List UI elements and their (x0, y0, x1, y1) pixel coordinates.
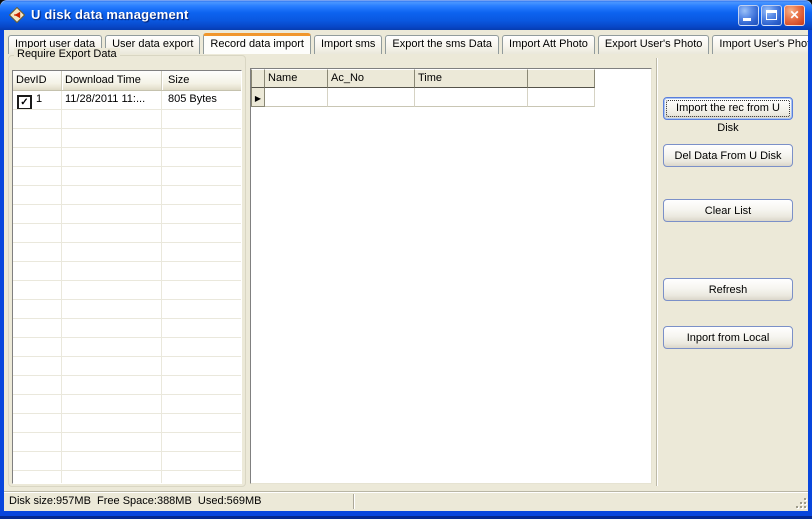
empty-row (13, 243, 241, 262)
import-rec-from-udisk-button[interactable]: Import the rec from U Disk (663, 97, 793, 134)
column-header-devid[interactable]: DevID (13, 71, 61, 90)
clear-list-button[interactable]: Clear List (663, 199, 793, 222)
right-arrow-icon: ▶ (254, 94, 262, 103)
tab-bar: Import user data User data export Record d… (8, 33, 808, 54)
empty-row (13, 167, 241, 186)
empty-row (13, 376, 241, 395)
close-button[interactable]: ✕ (784, 5, 805, 26)
require-export-group-label: Require Export Data (14, 48, 120, 60)
column-header-acno: Ac_No (328, 69, 415, 88)
empty-row (13, 395, 241, 414)
empty-row (13, 205, 241, 224)
extra-cell (528, 88, 595, 107)
maximize-button[interactable] (761, 5, 782, 26)
disk-info-panel: Disk size:957MB Free Space:388MB Used:56… (6, 494, 354, 509)
tab-record-data-import[interactable]: Record data import (203, 33, 311, 54)
title-bar[interactable]: U disk data management ✕ (0, 0, 812, 30)
status-empty-panel (356, 494, 792, 509)
window-controls: ✕ (738, 5, 805, 26)
require-export-table: DevID Download Time Size ✓ 1 11/28/2011 1… (12, 70, 242, 484)
empty-row (13, 186, 241, 205)
del-data-from-udisk-button[interactable]: Del Data From U Disk (663, 144, 793, 167)
column-header-download-time[interactable]: Download Time (61, 71, 161, 90)
record-grid-row[interactable]: ▶ (251, 88, 651, 107)
disk-info-text: Disk size:957MB Free Space:388MB Used:56… (9, 495, 262, 507)
empty-row (13, 357, 241, 376)
acno-cell (328, 88, 415, 107)
minimize-button[interactable] (738, 5, 759, 26)
require-export-table-body: ✓ 1 11/28/2011 11:... 805 Bytes (13, 91, 241, 483)
tab-import-sms[interactable]: Import sms (313, 35, 383, 54)
column-header-time: Time (415, 69, 528, 88)
empty-row (13, 414, 241, 433)
tab-import-user-s-photo[interactable]: Import User's Photo (712, 35, 808, 54)
tab-export-the-sms-data[interactable]: Export the sms Data (385, 35, 500, 54)
require-export-table-header: DevID Download Time Size (13, 71, 241, 91)
empty-row (13, 471, 241, 483)
refresh-button[interactable]: Refresh (663, 278, 793, 301)
empty-row (13, 262, 241, 281)
checkmark-icon: ✓ (20, 97, 29, 108)
empty-row (13, 300, 241, 319)
devid-cell: ✓ 1 (13, 91, 61, 109)
row-checkbox[interactable]: ✓ (17, 95, 32, 109)
tab-import-att-photo[interactable]: Import Att Photo (502, 35, 595, 54)
tab-export-user-s-photo[interactable]: Export User's Photo (597, 35, 710, 54)
app-window: U disk data management ✕ Import user dat… (0, 0, 812, 519)
empty-row (13, 281, 241, 300)
download-time-cell: 11/28/2011 11:... (61, 91, 161, 109)
row-selector-header (251, 69, 265, 88)
inport-from-local-button[interactable]: Inport from Local (663, 326, 793, 349)
row-selector-cell: ▶ (251, 88, 265, 107)
empty-row (13, 110, 241, 129)
resize-grip-icon[interactable] (793, 495, 807, 509)
empty-row (13, 338, 241, 357)
record-grid: Name Ac_No Time ▶ (250, 68, 652, 484)
client-area: Import user data User data export Record d… (4, 30, 808, 511)
app-icon (9, 7, 25, 23)
name-cell (265, 88, 328, 107)
column-header-size[interactable]: Size (161, 71, 241, 90)
panel-divider (656, 58, 657, 486)
window-title: U disk data management (31, 7, 189, 22)
record-grid-header: Name Ac_No Time (251, 69, 651, 88)
column-header-extra (528, 69, 595, 88)
column-header-name: Name (265, 69, 328, 88)
time-cell (415, 88, 528, 107)
empty-row (13, 452, 241, 471)
empty-row (13, 129, 241, 148)
window-frame: Import user data User data export Record d… (0, 30, 812, 519)
table-row[interactable]: ✓ 1 11/28/2011 11:... 805 Bytes (13, 91, 241, 110)
empty-row (13, 148, 241, 167)
size-cell: 805 Bytes (161, 91, 241, 109)
empty-row (13, 319, 241, 338)
status-bar: Disk size:957MB Free Space:388MB Used:56… (4, 491, 808, 511)
empty-row (13, 433, 241, 452)
close-icon: ✕ (789, 8, 800, 22)
empty-row (13, 224, 241, 243)
